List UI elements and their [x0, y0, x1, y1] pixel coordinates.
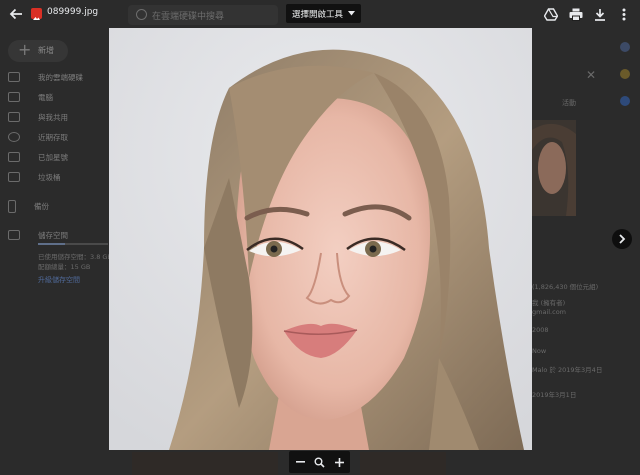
file-name: 089999.jpg — [47, 7, 99, 17]
drive-icon — [544, 7, 558, 21]
details-owner: 我 (擁有者) — [532, 299, 566, 307]
star-icon — [8, 152, 20, 162]
zoom-reset-button[interactable] — [310, 453, 328, 471]
sidebar-item-recent: 近期存取 — [8, 129, 68, 145]
back-button[interactable] — [6, 4, 26, 24]
more-options-button[interactable] — [614, 4, 634, 24]
zoom-reset-icon — [314, 457, 325, 468]
print-button[interactable] — [566, 4, 586, 24]
shared-icon — [8, 112, 20, 122]
zoom-in-button[interactable] — [330, 453, 348, 471]
download-button[interactable] — [590, 4, 610, 24]
zoom-in-icon — [334, 457, 344, 467]
details-created: 2019年3月1日 — [532, 391, 577, 399]
storage-quota-text: 配額總量：15 GB — [38, 263, 91, 271]
viewer-toolbar: 089999.jpg 選擇開啟工具 — [0, 0, 640, 27]
zoom-controls — [289, 451, 350, 473]
chevron-right-icon — [619, 234, 626, 244]
phone-icon — [8, 199, 16, 213]
tasks-icon — [620, 96, 630, 106]
details-panel: ✕ 活動 (1,826,430 個位元組) 我 (擁有者) gmail.com … — [532, 56, 610, 456]
computer-icon — [8, 92, 20, 102]
close-icon: ✕ — [586, 68, 597, 82]
add-to-drive-button[interactable] — [541, 4, 561, 24]
new-button: + 新增 — [8, 40, 68, 62]
details-email: gmail.com — [532, 308, 567, 316]
sidebar-item-label: 已加星號 — [38, 152, 68, 162]
storage-used-text: 已使用儲存空間：3.8 GB — [38, 253, 112, 261]
dropdown-arrow-icon — [348, 11, 356, 16]
details-thumbnail — [532, 120, 576, 216]
sidebar-item-trash: 垃圾桶 — [8, 169, 61, 185]
sidebar-item-label: 電腦 — [38, 92, 53, 102]
print-icon — [569, 8, 583, 21]
details-line: 2008 — [532, 326, 549, 334]
back-arrow-icon — [9, 8, 22, 20]
strip-thumbnail — [132, 452, 278, 475]
sidebar-item-computers: 電腦 — [8, 89, 53, 105]
calendar-icon — [620, 42, 630, 52]
sidebar-item-label: 我的雲端硬碟 — [38, 72, 83, 82]
zoom-out-icon — [295, 461, 305, 463]
sidebar-item-label: 與我共用 — [38, 112, 68, 122]
image-file-icon — [31, 8, 42, 20]
next-button[interactable] — [612, 229, 632, 249]
clock-icon — [8, 132, 20, 142]
sidebar-item-storage: 儲存空間 — [8, 227, 68, 243]
details-size: (1,826,430 個位元組) — [532, 283, 599, 291]
plus-icon: + — [18, 40, 32, 59]
open-with-button[interactable]: 選擇開啟工具 — [286, 4, 362, 23]
open-with-label: 選擇開啟工具 — [292, 9, 344, 20]
preview-image — [109, 28, 532, 450]
sidebar-item-backups: 備份 — [8, 198, 49, 214]
drive-folder-icon — [8, 72, 20, 82]
keep-icon — [620, 69, 630, 79]
details-modified: Malo 於 2019年3月4日 — [532, 366, 603, 374]
download-icon — [595, 8, 605, 21]
details-tab: 活動 — [562, 99, 576, 107]
details-line: Now — [532, 347, 547, 355]
more-vert-icon — [622, 8, 626, 20]
sidebar-item-label: 儲存空間 — [38, 230, 68, 240]
sidebar-item-label: 備份 — [34, 201, 49, 211]
sidebar-item-starred: 已加星號 — [8, 149, 68, 165]
storage-icon — [8, 230, 20, 240]
trash-icon — [8, 172, 20, 182]
sidebar-item-label: 近期存取 — [38, 132, 68, 142]
sidebar-item-shared: 與我共用 — [8, 109, 68, 125]
storage-link: 升級儲存空間 — [38, 276, 80, 284]
storage-bar — [38, 243, 108, 245]
sidebar-item-label: 垃圾桶 — [38, 172, 61, 182]
sidebar-item-my-drive: 我的雲端硬碟 — [8, 69, 83, 85]
strip-thumbnail — [360, 452, 446, 475]
new-button-label: 新增 — [38, 46, 54, 55]
zoom-out-button[interactable] — [291, 453, 309, 471]
